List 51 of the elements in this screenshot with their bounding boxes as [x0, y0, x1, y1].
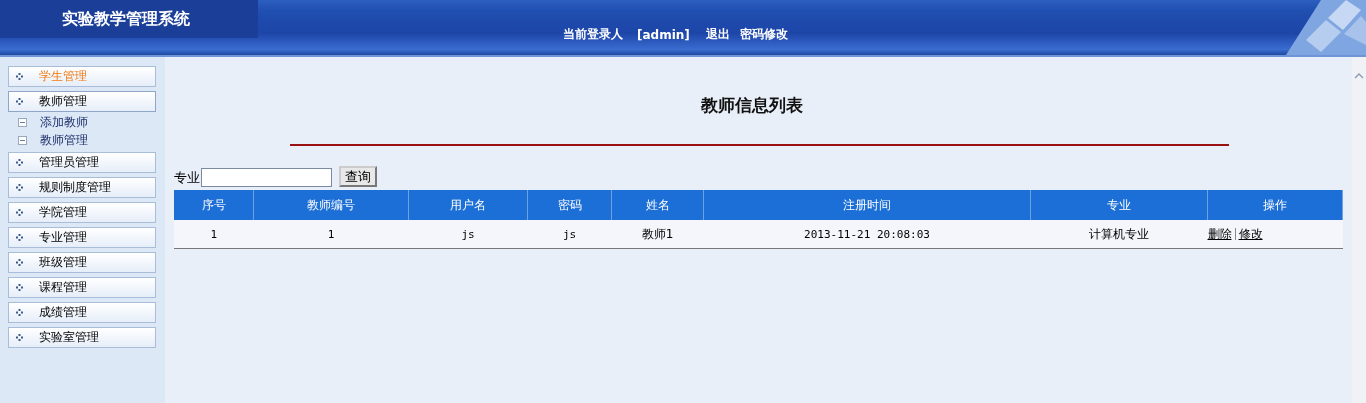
table-cell: 1: [253, 220, 409, 249]
sidebar-item[interactable]: 规则制度管理: [8, 177, 156, 198]
dots-icon: [16, 184, 23, 191]
dots-icon: [16, 98, 23, 105]
table-cell: 1: [174, 220, 254, 249]
column-header: 教师编号: [253, 190, 409, 220]
dots-icon: [16, 284, 23, 291]
user-label: 当前登录人: [563, 26, 623, 43]
search-field[interactable]: [201, 168, 332, 187]
action-link[interactable]: 删除: [1207, 226, 1232, 241]
scrollbar[interactable]: [1352, 57, 1366, 403]
page-title: 教师信息列表: [700, 94, 804, 117]
user-name: [admin]: [637, 27, 690, 42]
action-link[interactable]: 修改: [1238, 226, 1263, 241]
sidebar-item[interactable]: 班级管理: [8, 252, 156, 273]
sidebar-item[interactable]: 成绩管理: [8, 302, 156, 323]
scroll-up-icon[interactable]: [1354, 73, 1364, 79]
dots-icon: [16, 334, 23, 341]
dots-icon: [16, 309, 23, 316]
sidebar-item[interactable]: 专业管理: [8, 227, 156, 248]
dots-icon: [16, 73, 23, 80]
sidebar-item[interactable]: 管理员管理: [8, 152, 156, 173]
column-header: 用户名: [408, 190, 528, 220]
column-header: 注册时间: [703, 190, 1031, 220]
table-cell: js: [408, 220, 528, 249]
app-title: 实验教学管理系统: [62, 8, 190, 30]
sidebar-item[interactable]: 教师管理: [8, 91, 156, 112]
column-header: 操作: [1207, 190, 1343, 220]
column-header: 密码: [527, 190, 612, 220]
submenu-item[interactable]: 添加教师: [8, 114, 165, 130]
dots-icon: [16, 159, 23, 166]
square-icon: [18, 135, 27, 145]
sidebar-item[interactable]: 实验室管理: [8, 327, 156, 348]
search-label: 专业: [174, 169, 200, 187]
sidebar-item[interactable]: 课程管理: [8, 277, 156, 298]
column-header: 序号: [174, 190, 254, 220]
dots-icon: [16, 259, 23, 266]
search-button[interactable]: 查询: [339, 166, 377, 187]
column-header: 专业: [1030, 190, 1208, 220]
sidebar-item[interactable]: 学院管理: [8, 202, 156, 223]
dots-icon: [16, 209, 23, 216]
table-cell: 教师1: [611, 220, 704, 249]
table-cell: 2013-11-21 20:08:03: [703, 220, 1031, 249]
column-header: 姓名: [611, 190, 704, 220]
square-icon: [18, 117, 27, 127]
header-link[interactable]: 密码修改: [739, 26, 788, 43]
table-cell: js: [527, 220, 612, 249]
dots-icon: [16, 234, 23, 241]
header-link[interactable]: 退出: [705, 26, 730, 43]
table-cell: 计算机专业: [1030, 220, 1208, 249]
submenu-item[interactable]: 教师管理: [8, 132, 165, 148]
